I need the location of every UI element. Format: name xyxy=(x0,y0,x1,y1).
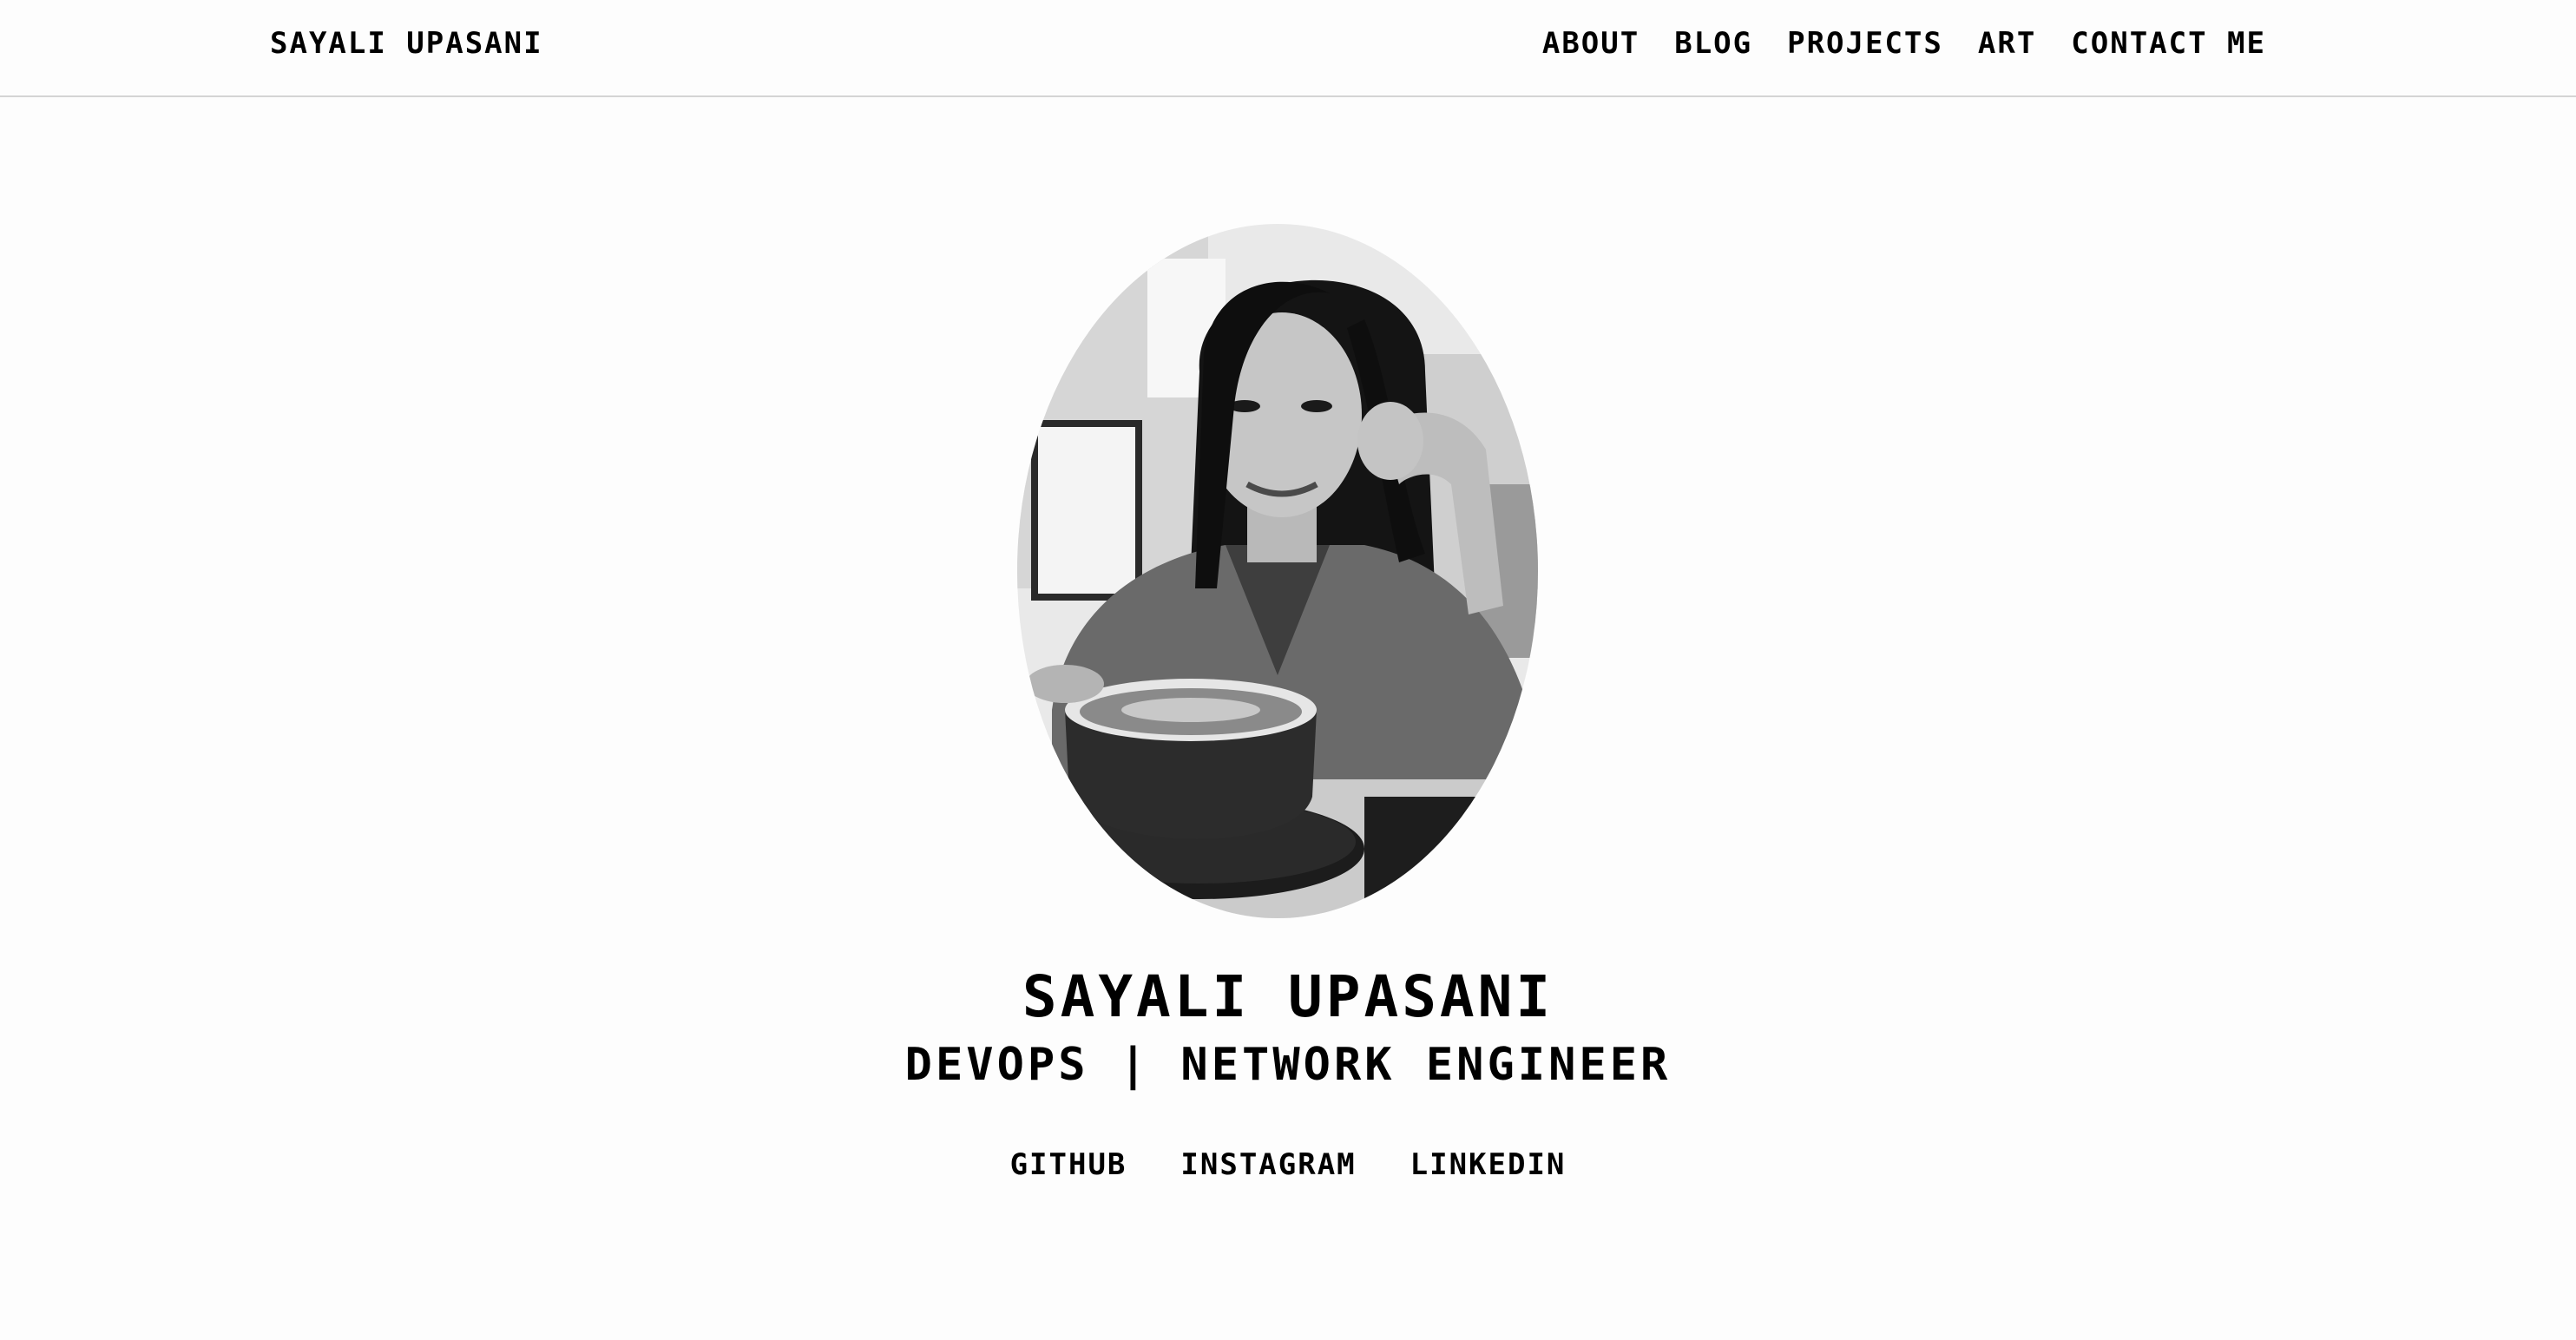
top-navbar: SAYALI UPASANI ABOUT BLOG PROJECTS ART C… xyxy=(0,0,2576,97)
hero-section: SAYALI UPASANI DEVOPS | NETWORK ENGINEER… xyxy=(0,97,2576,1340)
social-link-linkedin[interactable]: LINKEDIN xyxy=(1410,1147,1567,1182)
nav-item-blog[interactable]: BLOG xyxy=(1674,26,1752,61)
social-link-github[interactable]: GITHUB xyxy=(1010,1147,1127,1182)
brand-link[interactable]: SAYALI UPASANI xyxy=(270,26,543,61)
nav-item-art[interactable]: ART xyxy=(1978,26,2036,61)
profile-name: SAYALI UPASANI xyxy=(1022,963,1554,1030)
profile-photo xyxy=(1017,224,1538,918)
social-link-instagram[interactable]: INSTAGRAM xyxy=(1180,1147,1356,1182)
nav-item-about[interactable]: ABOUT xyxy=(1542,26,1640,61)
nav-item-contact-me[interactable]: CONTACT ME xyxy=(2071,26,2266,61)
nav-item-projects[interactable]: PROJECTS xyxy=(1787,26,1943,61)
profile-role: DEVOPS | NETWORK ENGINEER xyxy=(904,1039,1672,1091)
nav-menu: ABOUT BLOG PROJECTS ART CONTACT ME xyxy=(1542,26,2266,61)
social-links: GITHUB INSTAGRAM LINKEDIN xyxy=(0,1147,2576,1182)
